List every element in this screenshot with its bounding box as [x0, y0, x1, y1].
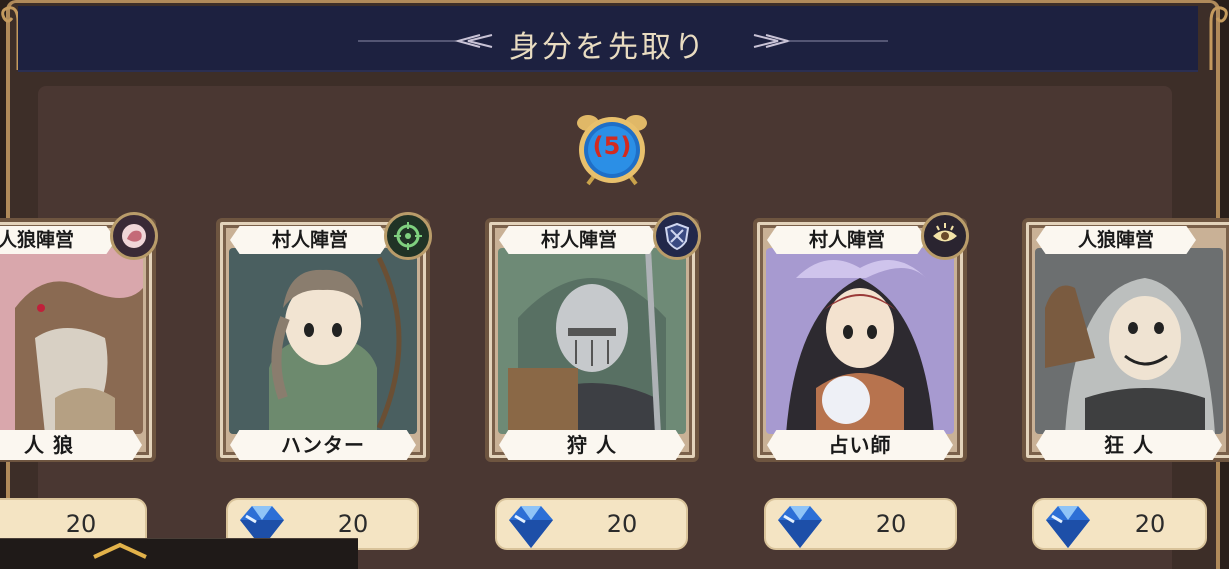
guard-portrait-image [498, 248, 686, 434]
price-value: 20 [1134, 510, 1166, 538]
price-button-madman[interactable]: 20 [1032, 498, 1207, 550]
madman-portrait-image [1035, 248, 1223, 434]
role-card-madman[interactable]: 人狼陣営 狂 人 [1022, 218, 1229, 462]
dialog-header: 身分を先取り [18, 6, 1198, 72]
price-button-seer[interactable]: 20 [764, 498, 957, 550]
hunter-portrait-image [229, 248, 417, 434]
card-faction-label: 村人陣営 [767, 226, 927, 254]
role-card-guard[interactable]: 村人陣営 狩 人 [485, 212, 701, 462]
card-faction-label: 村人陣営 [230, 226, 390, 254]
eye-icon [921, 212, 969, 260]
diamond-icon [509, 506, 553, 548]
diamond-icon [778, 506, 822, 548]
chevron-up-icon[interactable] [92, 541, 148, 561]
role-card-seer[interactable]: 村人陣営 占い師 [753, 212, 969, 462]
countdown-timer: (5) [574, 110, 650, 186]
shield-icon [653, 212, 701, 260]
seer-portrait-image [766, 248, 954, 434]
role-card-werewolf[interactable]: 人狼陣営 人 狼 [0, 212, 158, 462]
diamond-icon [1046, 506, 1090, 548]
card-faction-label: 人狼陣営 [1036, 226, 1196, 254]
card-role-name: ハンター [230, 430, 416, 460]
title-deco-right-icon [753, 34, 888, 48]
crosshair-icon [384, 212, 432, 260]
timer-value: (5) [592, 132, 632, 160]
price-value: 20 [606, 510, 638, 538]
card-faction-label: 村人陣営 [499, 226, 659, 254]
werewolf-icon [110, 212, 158, 260]
card-faction-label: 人狼陣営 [0, 226, 116, 254]
dialog-title: 身分を先取り [509, 30, 707, 65]
bottom-drawer-tab[interactable] [0, 538, 358, 569]
card-role-name: 人 狼 [0, 430, 142, 460]
werewolf-portrait-image [0, 248, 143, 434]
price-value: 20 [875, 510, 907, 538]
role-card-hunter[interactable]: 村人陣営 ハンター [216, 212, 432, 462]
card-role-name: 狩 人 [499, 430, 685, 460]
card-role-name: 狂 人 [1036, 430, 1222, 460]
card-role-name: 占い師 [767, 430, 953, 460]
frame-ornament-right-icon [1209, 6, 1228, 70]
price-button-guard[interactable]: 20 [495, 498, 688, 550]
